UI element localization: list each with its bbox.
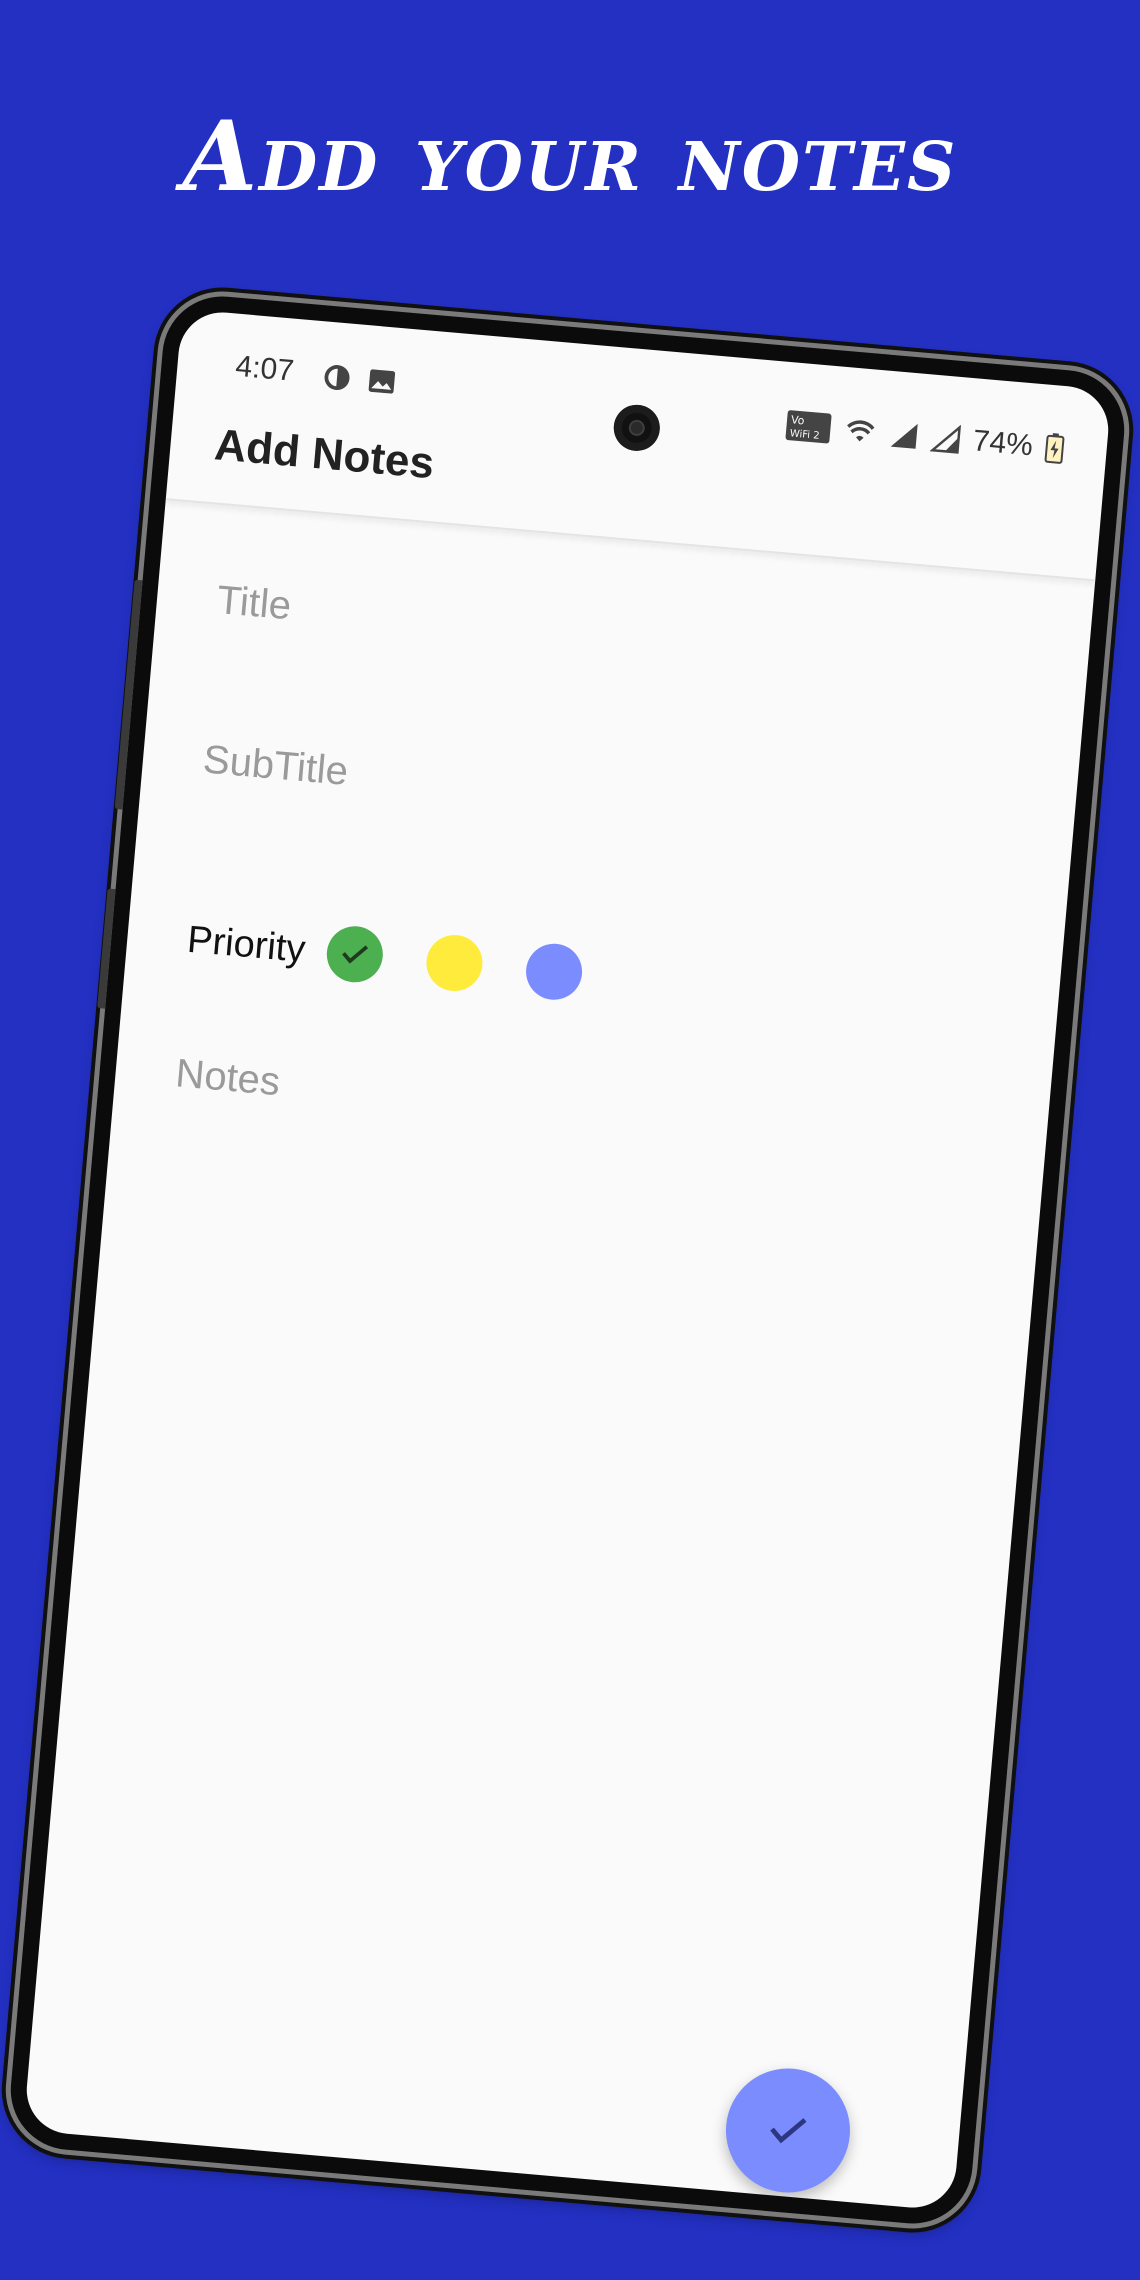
volume-button <box>114 579 143 810</box>
priority-selector: Priority <box>185 912 628 1006</box>
check-icon <box>770 2118 807 2144</box>
page-title: Add Notes <box>212 420 437 489</box>
phone-screen: 4:07 Vo WiFi 2 74% Add Notes Title SubTi… <box>23 308 1112 2212</box>
battery-charging-icon <box>1044 433 1065 464</box>
vowifi-line-1: Vo <box>790 413 805 427</box>
priority-label: Priority <box>185 918 308 971</box>
signal-icon <box>929 424 962 454</box>
priority-green-option[interactable] <box>324 923 386 985</box>
image-icon <box>368 369 396 394</box>
vowifi-icon: Vo WiFi 2 <box>785 410 832 444</box>
priority-blue-option[interactable] <box>523 941 585 1003</box>
check-icon <box>342 945 369 964</box>
subtitle-input[interactable]: SubTitle <box>201 737 350 794</box>
status-time: 4:07 <box>234 349 296 388</box>
power-button <box>97 888 116 1009</box>
battery-percent: 74% <box>971 424 1035 463</box>
app-notification-icon <box>324 365 350 391</box>
signal-roaming-icon <box>890 423 918 449</box>
priority-yellow-option[interactable] <box>424 932 486 994</box>
title-input[interactable]: Title <box>215 578 293 629</box>
banner-headline: Add your notes <box>182 100 958 213</box>
phone-frame: 4:07 Vo WiFi 2 74% Add Notes Title SubTi… <box>5 291 1130 2229</box>
wifi-icon <box>847 420 875 442</box>
notes-input[interactable]: Notes <box>174 1051 282 1105</box>
save-fab-button[interactable] <box>720 2063 856 2198</box>
